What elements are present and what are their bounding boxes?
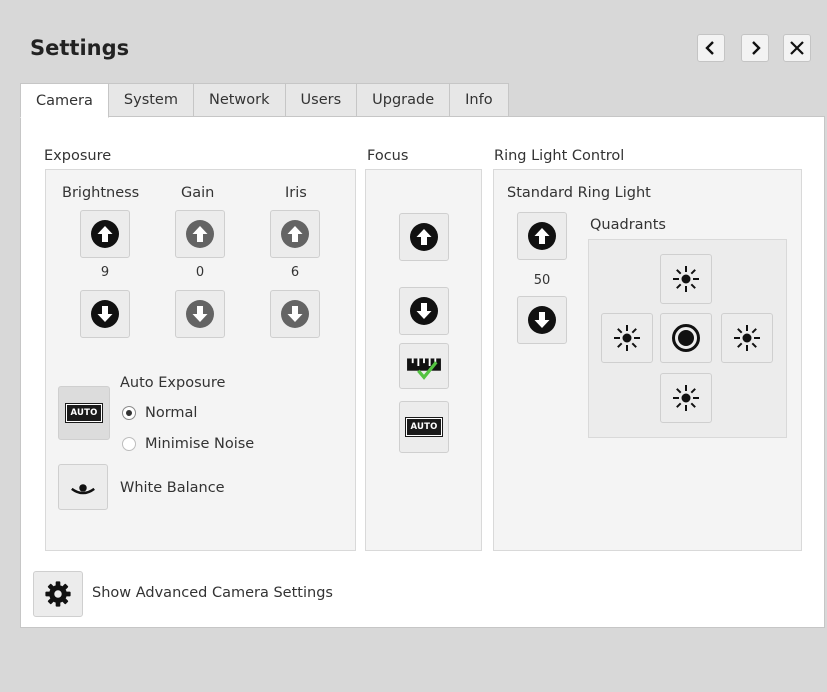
ring-light-title: Ring Light Control [494,148,625,164]
gear-icon [45,581,71,607]
settings-title: Settings [30,36,130,60]
iris-value: 6 [290,265,300,280]
sun-icon [673,385,699,411]
ring-light-down-button[interactable] [517,296,567,344]
iris-up-button[interactable] [270,210,320,258]
radio-minimise-noise[interactable]: Minimise Noise [122,436,254,452]
advanced-settings-label: Show Advanced Camera Settings [92,585,333,601]
focus-title: Focus [367,148,409,164]
focus-group: AUTO [365,169,482,551]
ring-light-icon [672,324,700,352]
tab-system[interactable]: System [108,83,194,117]
auto-exposure-label: Auto Exposure [120,375,226,391]
sun-icon [614,325,640,351]
arrow-down-icon [186,300,214,328]
tab-network[interactable]: Network [193,83,286,117]
sun-icon [734,325,760,351]
quadrants-label: Quadrants [590,217,666,233]
quadrant-bottom-button[interactable] [660,373,712,423]
quadrant-right-button[interactable] [721,313,773,363]
previous-button[interactable] [697,34,725,62]
brightness-down-button[interactable] [80,290,130,338]
radio-minimise-noise-label: Minimise Noise [145,436,255,452]
brightness-up-button[interactable] [80,210,130,258]
gain-down-button[interactable] [175,290,225,338]
radio-normal-label: Normal [145,405,198,421]
brightness-label: Brightness [62,185,140,201]
quadrant-left-button[interactable] [601,313,653,363]
ring-light-value: 50 [533,273,551,288]
tab-upgrade[interactable]: Upgrade [357,83,451,117]
ring-light-group: Standard Ring Light 50 Quadrants [493,169,802,551]
chevron-left-icon [705,41,714,55]
sun-icon [673,266,699,292]
arrow-down-icon [528,306,556,334]
focus-calibrate-button[interactable] [399,343,449,389]
arrow-up-icon [186,220,214,248]
quadrants-group [588,239,787,438]
white-balance-label: White Balance [120,480,225,496]
arrow-down-icon [410,297,438,325]
close-icon [790,41,804,55]
arrow-up-icon [91,220,119,248]
tab-info[interactable]: Info [450,83,509,117]
auto-icon: AUTO [405,417,443,437]
arrow-up-icon [410,223,438,251]
standard-ring-light-label: Standard Ring Light [507,185,651,201]
iris-down-button[interactable] [270,290,320,338]
chevron-right-icon [752,41,761,55]
quadrant-all-button[interactable] [660,313,712,363]
tab-camera[interactable]: Camera [20,83,109,118]
gain-label: Gain [181,185,215,201]
radio-selected-icon [122,406,136,420]
tab-bar: Camera System Network Users Upgrade Info [20,83,509,118]
ring-light-up-button[interactable] [517,212,567,260]
close-button[interactable] [783,34,811,62]
auto-exposure-button[interactable]: AUTO [58,386,110,440]
radio-unselected-icon [122,437,136,451]
gain-value: 0 [195,265,205,280]
arrow-up-icon [528,222,556,250]
radio-normal[interactable]: Normal [122,405,197,421]
white-balance-icon [71,484,95,495]
exposure-title: Exposure [44,148,112,164]
camera-panel: Exposure Brightness Gain Iris 9 0 6 AUTO… [20,116,825,628]
gain-up-button[interactable] [175,210,225,258]
quadrant-top-button[interactable] [660,254,712,304]
advanced-settings-button[interactable] [33,571,83,617]
next-button[interactable] [741,34,769,62]
ruler-check-icon [407,358,441,380]
focus-down-button[interactable] [399,287,449,335]
focus-auto-button[interactable]: AUTO [399,401,449,453]
exposure-group: Brightness Gain Iris 9 0 6 AUTO Auto Exp… [45,169,356,551]
white-balance-button[interactable] [58,464,108,510]
arrow-up-icon [281,220,309,248]
iris-label: Iris [285,185,307,201]
auto-icon: AUTO [65,403,103,423]
tab-users[interactable]: Users [285,83,358,117]
arrow-down-icon [91,300,119,328]
arrow-down-icon [281,300,309,328]
focus-up-button[interactable] [399,213,449,261]
brightness-value: 9 [100,265,110,280]
